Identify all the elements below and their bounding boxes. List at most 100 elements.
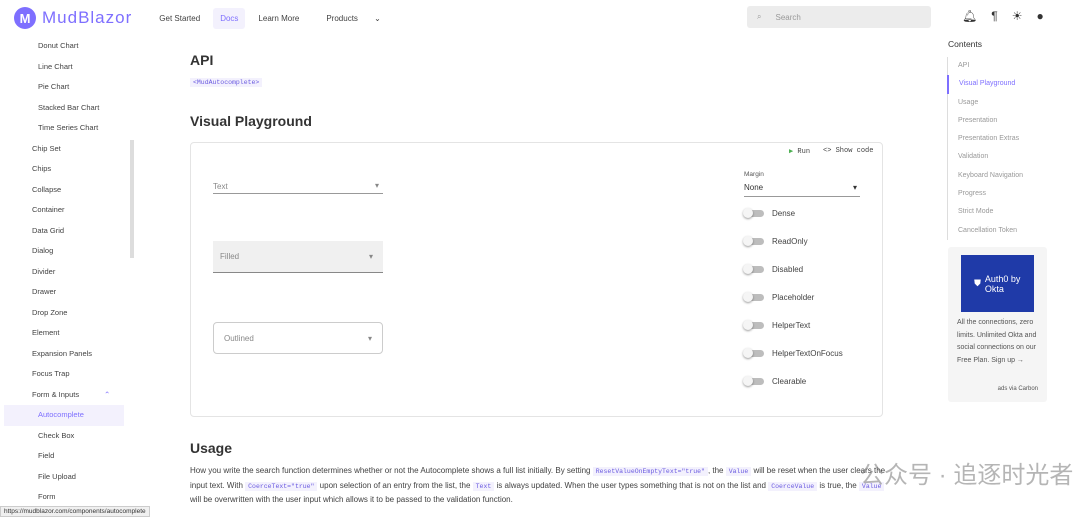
nav-products[interactable]: Products ⌄ — [312, 8, 395, 29]
run-label: Run — [797, 148, 811, 156]
search-input[interactable]: ⌕ Search — [747, 6, 931, 28]
show-code-button[interactable]: <> Show code — [823, 147, 873, 155]
toc-item-active[interactable]: Visual Playground — [947, 75, 1047, 94]
margin-select[interactable]: None ▾ — [744, 181, 860, 197]
github-icon[interactable]: ● — [1036, 9, 1043, 23]
sidebar-item[interactable]: Chip Set — [0, 139, 136, 160]
sidebar-item[interactable]: Stacked Bar Chart — [0, 98, 136, 119]
text-select[interactable]: Text ▾ — [213, 176, 383, 194]
sidebar-item[interactable]: Drawer — [0, 282, 136, 303]
sidebar-item-autocomplete[interactable]: Autocomplete — [4, 405, 124, 426]
carbon-ad[interactable]: ⛊ Auth0 by Okta All the connections, zero… — [948, 247, 1047, 402]
api-component-link[interactable]: <MudAutocomplete> — [190, 78, 263, 87]
code-icon: <> — [823, 147, 832, 155]
nav-products-label: Products — [326, 13, 358, 23]
sidebar-item[interactable]: Expansion Panels — [0, 344, 136, 365]
helpertextonfocus-switch[interactable]: HelperTextOnFocus — [743, 348, 843, 358]
filled-select-label: Filled — [220, 252, 240, 261]
sidebar-item[interactable]: Line Chart — [0, 57, 136, 78]
sidebar-item[interactable]: Collapse — [0, 180, 136, 201]
outlined-select[interactable]: Outlined ▾ — [213, 322, 383, 354]
toc-item[interactable]: Presentation — [947, 111, 1047, 131]
sidebar-item[interactable]: Chips — [0, 159, 136, 180]
switch-toggle[interactable] — [743, 320, 764, 330]
sidebar-item[interactable]: Donut Chart — [0, 36, 136, 57]
app-bar: M MudBlazor Get Started Docs Learn More P… — [0, 0, 1080, 36]
status-bar-url: https://mudblazor.com/components/autocom… — [0, 506, 150, 517]
switch-toggle[interactable] — [743, 208, 764, 218]
ad-via-link[interactable]: ads via Carbon — [998, 386, 1038, 392]
nav-learn-more[interactable]: Learn More — [251, 8, 306, 29]
switch-toggle[interactable] — [743, 264, 764, 274]
toc-item[interactable]: Strict Mode — [947, 203, 1047, 222]
switch-toggle[interactable] — [743, 348, 764, 358]
sidebar-item[interactable]: Field — [0, 446, 136, 467]
visual-playground: ▶ Run <> Show code Text ▾ Filled ▾ Outline… — [190, 142, 883, 417]
toc-item[interactable]: API — [947, 57, 1047, 76]
brand-name: MudBlazor — [42, 8, 133, 27]
notifications-icon[interactable]: 🔔︎ — [962, 9, 977, 23]
sidebar-item[interactable]: Check Box — [0, 426, 136, 447]
switch-toggle[interactable] — [743, 292, 764, 302]
sidebar-item[interactable]: Container — [0, 200, 136, 221]
sidebar-item[interactable]: Divider — [0, 262, 136, 283]
watermark: 公众号 · 追逐时光者 — [860, 462, 1074, 489]
code-snippet: CoerceText="true" — [245, 481, 318, 491]
search-placeholder: Search — [775, 12, 801, 22]
text: will be overwritten with the user input … — [190, 495, 513, 504]
toc-item[interactable]: Keyboard Navigation — [947, 166, 1047, 186]
logo[interactable]: M MudBlazor — [14, 7, 132, 29]
switch-toggle[interactable] — [743, 376, 764, 386]
api-title: API — [190, 52, 214, 68]
filled-select[interactable]: Filled ▾ — [213, 241, 383, 273]
dropdown-arrow-icon: ▾ — [374, 181, 379, 190]
sidebar-scrollbar[interactable] — [130, 140, 134, 258]
dense-switch[interactable]: Dense — [743, 208, 795, 218]
dropdown-arrow-icon: ▾ — [852, 183, 857, 192]
readonly-switch[interactable]: ReadOnly — [743, 236, 808, 246]
ad-text[interactable]: All the connections, zero limits. Unlimi… — [957, 317, 1042, 367]
disabled-switch[interactable]: Disabled — [743, 264, 804, 274]
chevron-up-icon: ⌃ — [104, 389, 111, 399]
sidebar-item[interactable]: Element — [0, 323, 136, 344]
text: How you write the search function determ… — [190, 466, 593, 475]
sidebar-item[interactable]: Form — [0, 487, 136, 508]
nav-get-started[interactable]: Get Started — [152, 8, 207, 29]
sidebar-item[interactable]: Drop Zone — [0, 303, 136, 324]
sidebar-item[interactable]: Dialog — [0, 241, 136, 262]
chevron-down-icon: ⌄ — [374, 13, 381, 23]
sidebar-item[interactable]: Focus Trap — [0, 364, 136, 385]
dropdown-arrow-icon: ▾ — [367, 334, 372, 343]
run-button[interactable]: ▶ Run — [789, 147, 810, 156]
toc-item[interactable]: Progress — [947, 185, 1047, 204]
switch-toggle[interactable] — [743, 236, 764, 246]
sidebar-item[interactable]: File Upload — [0, 467, 136, 488]
switch-label: Disabled — [772, 265, 804, 274]
text: upon selection of an entry from the list… — [317, 480, 473, 490]
outlined-select-label: Outlined — [224, 334, 254, 343]
switch-label: HelperText — [772, 321, 811, 330]
toc-item[interactable]: Usage — [947, 93, 1047, 112]
toc-item[interactable]: Presentation Extras — [947, 130, 1047, 149]
sidebar-item[interactable]: Time Series Chart — [0, 118, 136, 139]
margin-label: Margin — [744, 171, 764, 178]
clearable-switch[interactable]: Clearable — [743, 376, 807, 386]
switch-label: Clearable — [772, 377, 807, 386]
toc-item[interactable]: Cancellation Token — [947, 221, 1047, 240]
nav-docs[interactable]: Docs — [213, 7, 246, 29]
light-mode-icon[interactable]: ☀ — [1012, 9, 1023, 23]
placeholder-switch[interactable]: Placeholder — [743, 292, 814, 302]
toc-item[interactable]: Validation — [947, 148, 1047, 167]
sidebar-group-form-inputs[interactable]: Form & Inputs ⌃ — [0, 385, 136, 406]
rtl-icon[interactable]: ¶ — [991, 9, 997, 23]
mudblazor-logo-icon: M — [14, 7, 36, 29]
helpertext-switch[interactable]: HelperText — [743, 320, 811, 330]
sidebar-item[interactable]: Pie Chart — [0, 77, 136, 98]
sidebar-item[interactable]: Data Grid — [0, 221, 136, 242]
ad-image[interactable]: ⛊ Auth0 by Okta — [961, 255, 1034, 312]
switch-label: HelperTextOnFocus — [772, 349, 843, 358]
text: is always updated. When the user types s… — [494, 480, 769, 490]
dropdown-arrow-icon: ▾ — [368, 252, 373, 261]
text: is true, the — [817, 480, 859, 490]
margin-value: None — [744, 183, 764, 192]
